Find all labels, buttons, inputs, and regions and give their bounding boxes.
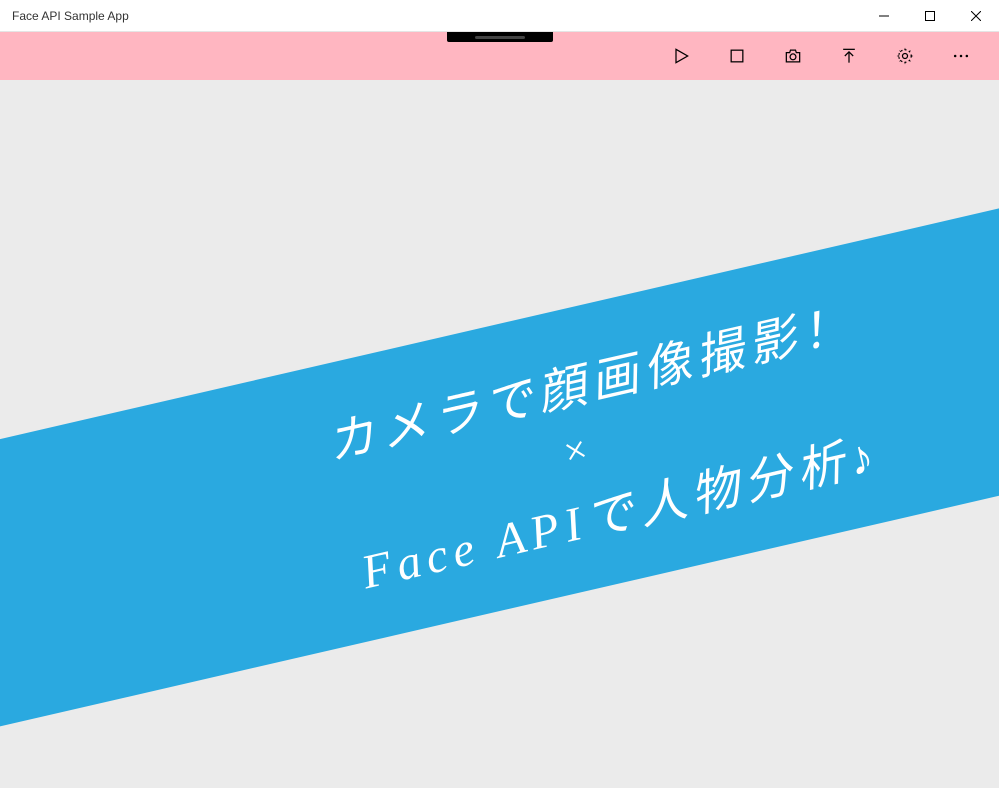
close-icon bbox=[971, 11, 981, 21]
webcam-indicator bbox=[447, 32, 553, 42]
titlebar: Face API Sample App bbox=[0, 0, 999, 32]
stop-icon bbox=[727, 46, 747, 66]
gear-icon bbox=[895, 46, 915, 66]
banner-separator: × bbox=[557, 424, 594, 476]
app-toolbar bbox=[0, 32, 999, 80]
more-button[interactable] bbox=[933, 32, 989, 80]
camera-button[interactable] bbox=[765, 32, 821, 80]
play-icon bbox=[671, 46, 691, 66]
window-controls bbox=[861, 0, 999, 32]
stop-button[interactable] bbox=[709, 32, 765, 80]
content-area: カメラで顔画像撮影！ × Face APIで人物分析♪ bbox=[0, 80, 999, 788]
promo-banner: カメラで顔画像撮影！ × Face APIで人物分析♪ bbox=[0, 150, 999, 749]
maximize-button[interactable] bbox=[907, 0, 953, 32]
window-title: Face API Sample App bbox=[12, 9, 129, 23]
maximize-icon bbox=[925, 11, 935, 21]
close-button[interactable] bbox=[953, 0, 999, 32]
settings-button[interactable] bbox=[877, 32, 933, 80]
more-icon bbox=[951, 46, 971, 66]
upload-button[interactable] bbox=[821, 32, 877, 80]
minimize-icon bbox=[879, 11, 889, 21]
minimize-button[interactable] bbox=[861, 0, 907, 32]
camera-icon bbox=[783, 46, 803, 66]
play-button[interactable] bbox=[653, 32, 709, 80]
upload-icon bbox=[839, 46, 859, 66]
